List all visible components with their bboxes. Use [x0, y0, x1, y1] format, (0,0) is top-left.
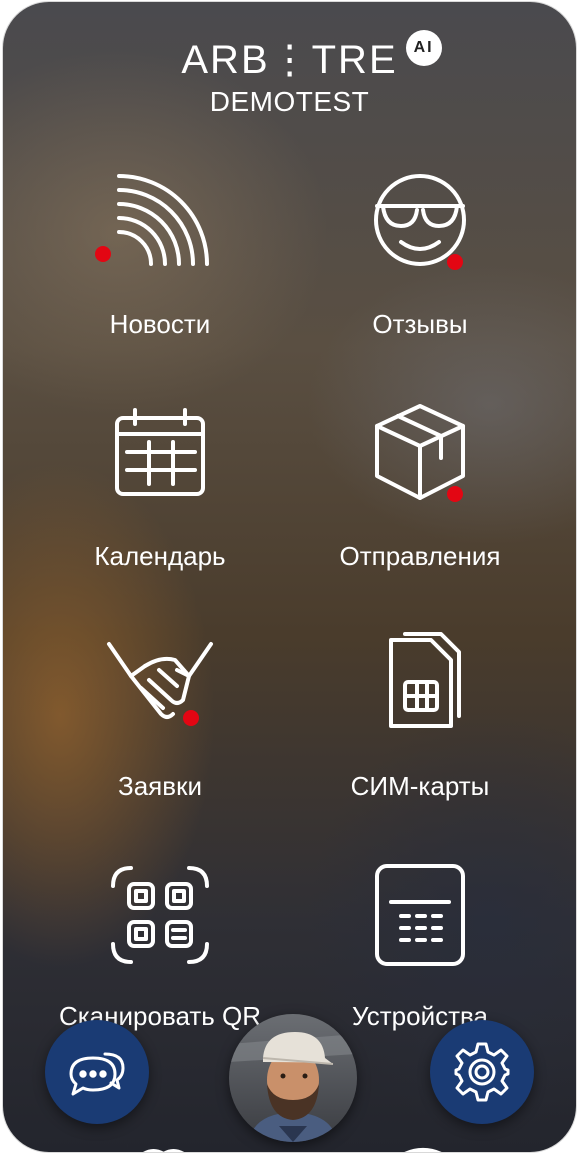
brand-logo: ARB⋮TRE AI — [181, 30, 442, 82]
notification-dot — [447, 486, 463, 502]
chat-bubbles-icon — [69, 1052, 125, 1096]
tile-news[interactable]: Новости — [30, 168, 290, 340]
chat-button[interactable] — [45, 1020, 149, 1124]
notification-dot — [447, 254, 463, 270]
ai-badge: AI — [405, 30, 442, 66]
settings-button[interactable] — [430, 1020, 534, 1124]
tile-label: Заявки — [118, 771, 202, 801]
app-header: ARB⋮TRE AI DEMOTEST — [3, 30, 576, 118]
tile-devices[interactable]: Устройства — [290, 860, 550, 1032]
notification-dot — [183, 710, 199, 726]
tile-sim-cards[interactable]: СИМ-карты — [290, 630, 550, 802]
rss-icon — [95, 168, 215, 278]
tile-label: Новости — [109, 309, 211, 339]
sim-card-icon — [365, 630, 475, 740]
sunglasses-smiley-icon — [365, 168, 475, 278]
tile-scan-qr[interactable]: Сканировать QR — [30, 860, 290, 1032]
tile-reviews[interactable]: Отзывы — [290, 168, 550, 340]
tile-label: Календарь — [94, 541, 226, 571]
user-avatar[interactable] — [229, 1014, 357, 1142]
tile-calendar[interactable]: Календарь — [30, 400, 290, 572]
avatar-image — [229, 1014, 357, 1142]
calendar-icon — [105, 400, 215, 510]
package-box-icon — [365, 400, 475, 510]
tile-requests[interactable]: Заявки — [30, 630, 290, 802]
tile-label: Отзывы — [372, 309, 468, 339]
qr-scan-icon — [105, 860, 215, 970]
device-terminal-icon — [365, 860, 475, 970]
workspace-title: DEMOTEST — [209, 86, 370, 117]
tile-label: Отправления — [339, 541, 501, 571]
gear-icon — [454, 1042, 510, 1102]
tile-label: СИМ-карты — [350, 771, 490, 801]
handshake-icon — [105, 630, 215, 740]
app-screen: ARB⋮TRE AI DEMOTEST Новости Отзывы Кален… — [3, 2, 576, 1152]
brand-logo-text: ARB⋮TRE — [181, 38, 398, 82]
notification-dot — [95, 246, 111, 262]
tile-shipments[interactable]: Отправления — [290, 400, 550, 572]
